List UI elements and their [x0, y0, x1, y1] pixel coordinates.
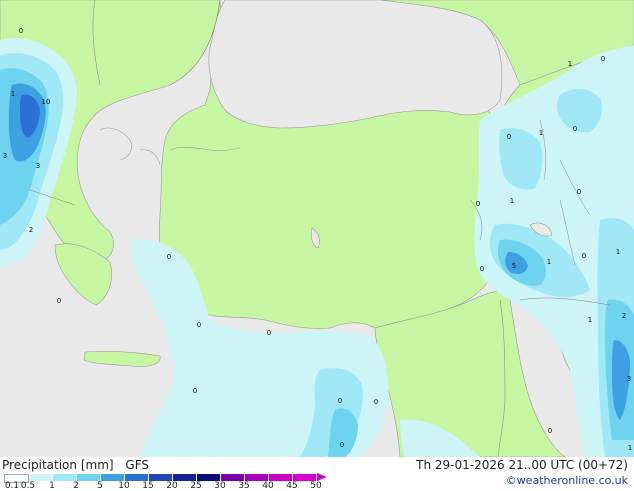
scale-swatch	[53, 474, 77, 481]
value-label: 0	[577, 188, 581, 196]
value-label: 1	[568, 60, 572, 68]
value-label: 1	[510, 197, 514, 205]
color-scale	[4, 473, 327, 483]
value-label: 1	[11, 90, 15, 98]
precipitation-map: 0 1 10 3 3 2 0 0 0 0 0 0 0 0 1 0 0 1 0 0…	[0, 0, 634, 457]
scale-swatch	[101, 474, 125, 481]
value-label: 1	[628, 444, 632, 452]
value-label: 0	[338, 397, 342, 405]
value-label: 0	[507, 133, 511, 141]
value-label: 0	[582, 252, 586, 260]
value-label: 0	[573, 125, 577, 133]
scale-swatch	[269, 474, 293, 481]
value-label: 0	[167, 253, 171, 261]
value-label: 0	[340, 441, 344, 449]
scale-arrow	[317, 473, 327, 481]
scale-tick-labels: 0.1 0.5 1 2 5 10 15 20 25 30 35 40 45 50	[0, 481, 340, 491]
scale-swatch	[77, 474, 101, 481]
value-label: 0	[476, 200, 480, 208]
value-label: 0	[57, 297, 61, 305]
scale-swatch	[149, 474, 173, 481]
value-label: 0	[197, 321, 201, 329]
scale-swatch	[221, 474, 245, 481]
value-label: 2	[622, 312, 626, 320]
legend-title-row: Precipitation [mm] GFS	[2, 458, 149, 472]
scale-swatch	[245, 474, 269, 481]
value-label: 3	[627, 375, 631, 383]
value-label: 0	[548, 427, 552, 435]
value-label: 0	[193, 387, 197, 395]
value-label: 1	[547, 258, 551, 266]
value-label: 0	[267, 329, 271, 337]
value-label: 3	[36, 162, 40, 170]
value-label: 2	[29, 226, 33, 234]
scale-swatch	[293, 474, 317, 481]
scale-swatch	[125, 474, 149, 481]
value-label: 1	[616, 248, 620, 256]
value-label: 1	[588, 316, 592, 324]
value-label: 0	[19, 27, 23, 35]
valid-datetime: Th 29-01-2026 21..00 UTC (00+72)	[416, 458, 628, 472]
scale-swatch	[173, 474, 197, 481]
value-label: 10	[42, 98, 51, 106]
black-sea	[208, 0, 503, 129]
model-name: GFS	[125, 458, 149, 472]
value-label: 0	[374, 398, 378, 406]
site-credit[interactable]: ©weatheronline.co.uk	[506, 474, 628, 487]
scale-swatch	[29, 474, 53, 481]
value-label: 1	[539, 129, 543, 137]
value-label: 0	[480, 265, 484, 273]
scale-swatch	[197, 474, 221, 481]
value-label: 5	[512, 262, 516, 270]
value-label: 3	[3, 152, 7, 160]
value-label: 0	[601, 55, 605, 63]
legend-title: Precipitation [mm]	[2, 458, 114, 472]
